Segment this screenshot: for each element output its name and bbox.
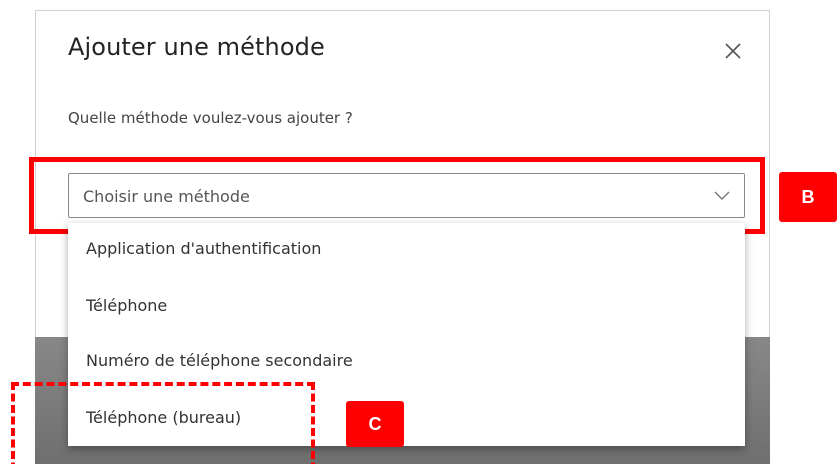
option-authenticator-app[interactable]: Application d'authentification [68, 223, 745, 275]
option-phone[interactable]: Téléphone [68, 280, 745, 332]
close-icon[interactable] [720, 38, 746, 64]
option-label: Téléphone [86, 296, 168, 315]
annotation-badge-c: C [346, 401, 404, 447]
highlight-box-c [11, 382, 315, 464]
option-label: Numéro de téléphone secondaire [86, 351, 353, 370]
dialog-title: Ajouter une méthode [68, 33, 325, 61]
method-question: Quelle méthode voulez-vous ajouter ? [68, 109, 353, 127]
annotation-badge-b: B [779, 172, 837, 222]
option-alternate-phone[interactable]: Numéro de téléphone secondaire [68, 335, 745, 387]
option-label: Application d'authentification [86, 239, 322, 258]
screenshot-stage: Ajouter une méthode Quelle méthode voule… [0, 0, 839, 464]
